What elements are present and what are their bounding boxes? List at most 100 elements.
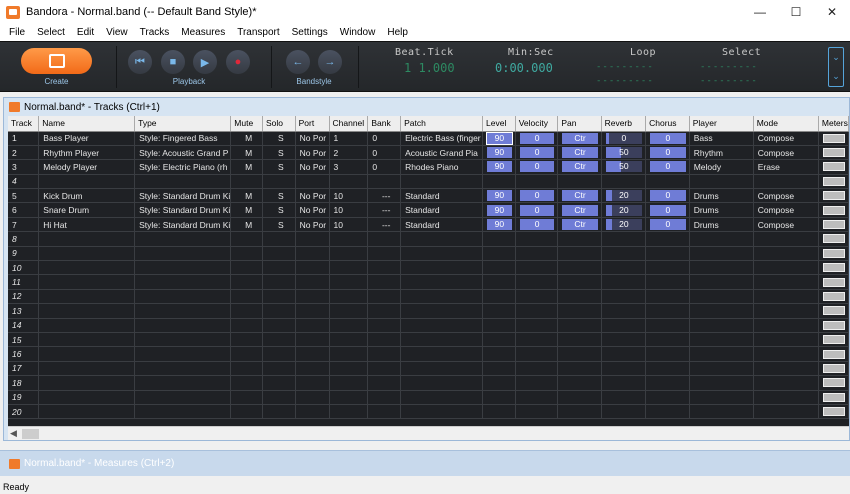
cell-level[interactable] [482, 289, 516, 305]
cell-pan[interactable] [557, 274, 602, 290]
cell-reverb[interactable] [601, 390, 647, 405]
cell-mode[interactable] [753, 231, 819, 247]
cell-meters[interactable] [818, 375, 849, 391]
cell-name[interactable] [38, 174, 136, 190]
level-bar[interactable]: 90 [487, 147, 512, 159]
menu-tracks[interactable]: Tracks [134, 27, 176, 38]
chorus-bar[interactable]: 0 [650, 219, 686, 231]
cell-velocity[interactable] [515, 231, 559, 247]
table-row[interactable]: 13 [8, 303, 849, 319]
cell-level[interactable]: 90 [482, 188, 516, 204]
cell-pan[interactable] [557, 231, 602, 247]
cell-bank[interactable] [367, 274, 402, 290]
cell-velocity[interactable] [515, 274, 559, 290]
cell-level[interactable]: 90 [482, 145, 516, 161]
cell-mode[interactable] [753, 318, 819, 333]
cell-channel[interactable] [329, 318, 369, 333]
cell-velocity[interactable]: 0 [515, 217, 559, 233]
cell-port[interactable] [295, 375, 330, 391]
cell-mode[interactable]: Erase [753, 159, 819, 175]
cell-mute[interactable] [230, 174, 263, 190]
cell-track[interactable]: 9 [8, 246, 40, 262]
cell-velocity[interactable] [515, 361, 559, 377]
cell-level[interactable] [482, 390, 516, 405]
cell-velocity[interactable] [515, 174, 559, 190]
cell-track[interactable]: 19 [8, 390, 40, 405]
cell-chorus[interactable]: 0 [645, 159, 690, 175]
cell-port[interactable] [295, 318, 330, 333]
cell-track[interactable]: 17 [8, 361, 40, 377]
cell-type[interactable]: Style: Standard Drum Ki [134, 202, 232, 218]
cell-pan[interactable]: Ctr [557, 202, 602, 218]
menu-help[interactable]: Help [381, 27, 414, 38]
cell-chorus[interactable]: 0 [645, 188, 690, 204]
cell-mode[interactable] [753, 274, 819, 290]
cell-velocity[interactable] [515, 346, 559, 362]
reverb-bar[interactable]: 50 [605, 147, 643, 159]
cell-channel[interactable] [329, 274, 369, 290]
cell-reverb[interactable]: 20 [601, 188, 647, 204]
cell-name[interactable] [38, 318, 136, 333]
horizontal-scrollbar[interactable]: ◀ [8, 426, 849, 440]
cell-chorus[interactable] [645, 303, 690, 319]
level-bar[interactable]: 90 [487, 204, 512, 216]
cell-meters[interactable] [818, 289, 849, 305]
table-row[interactable]: 18 [8, 375, 849, 391]
menu-edit[interactable]: Edit [71, 27, 100, 38]
cell-bank[interactable] [367, 303, 402, 319]
cell-mute[interactable] [230, 274, 263, 290]
cell-reverb[interactable] [601, 375, 647, 391]
column-header-channel[interactable]: Channel [329, 116, 369, 132]
cell-track[interactable]: 12 [8, 289, 40, 305]
pan-bar[interactable]: Ctr [562, 190, 598, 202]
cell-name[interactable] [38, 231, 136, 247]
reverb-bar[interactable]: 0 [605, 132, 643, 144]
table-row[interactable]: 12 [8, 289, 849, 305]
pan-bar[interactable]: Ctr [562, 132, 598, 144]
close-button[interactable]: ✕ [814, 0, 850, 24]
cell-pan[interactable] [557, 318, 602, 333]
velocity-bar[interactable]: 0 [519, 132, 555, 144]
cell-mode[interactable] [753, 289, 819, 305]
cell-mute[interactable] [230, 289, 263, 305]
cell-type[interactable]: Style: Fingered Bass [134, 131, 232, 146]
cell-player[interactable] [689, 246, 754, 262]
level-bar[interactable]: 90 [486, 131, 513, 145]
cell-level[interactable] [482, 260, 516, 276]
pan-bar[interactable]: Ctr [562, 219, 598, 231]
cell-patch[interactable] [400, 231, 484, 247]
menu-view[interactable]: View [100, 27, 134, 38]
cell-level[interactable] [482, 404, 516, 420]
cell-type[interactable] [134, 174, 232, 190]
cell-type[interactable] [134, 332, 232, 348]
cell-reverb[interactable]: 0 [601, 131, 647, 146]
cell-mode[interactable] [753, 404, 819, 420]
cell-bank[interactable]: 0 [367, 131, 402, 146]
table-row[interactable]: 4 [8, 174, 849, 190]
cell-level[interactable] [482, 303, 516, 319]
cell-player[interactable] [689, 332, 754, 348]
cell-solo[interactable] [262, 332, 296, 348]
cell-mute[interactable] [230, 246, 263, 262]
cell-chorus[interactable] [645, 346, 690, 362]
cell-solo[interactable]: S [262, 159, 296, 175]
cell-pan[interactable] [557, 289, 602, 305]
cell-port[interactable] [295, 231, 330, 247]
cell-chorus[interactable] [645, 404, 690, 420]
cell-mode[interactable] [753, 174, 819, 190]
cell-track[interactable]: 13 [8, 303, 40, 319]
menu-file[interactable]: File [3, 27, 31, 38]
cell-velocity[interactable] [515, 375, 559, 391]
menu-settings[interactable]: Settings [286, 27, 334, 38]
cell-mode[interactable] [753, 332, 819, 348]
cell-velocity[interactable] [515, 404, 559, 420]
cell-bank[interactable] [367, 231, 402, 247]
menu-window[interactable]: Window [334, 27, 382, 38]
cell-track[interactable]: 11 [8, 274, 40, 290]
cell-track[interactable]: 1 [8, 131, 40, 146]
cell-bank[interactable] [367, 361, 402, 377]
cell-name[interactable] [38, 303, 136, 319]
cell-player[interactable] [689, 174, 754, 190]
cell-type[interactable] [134, 346, 232, 362]
cell-reverb[interactable] [601, 274, 647, 290]
